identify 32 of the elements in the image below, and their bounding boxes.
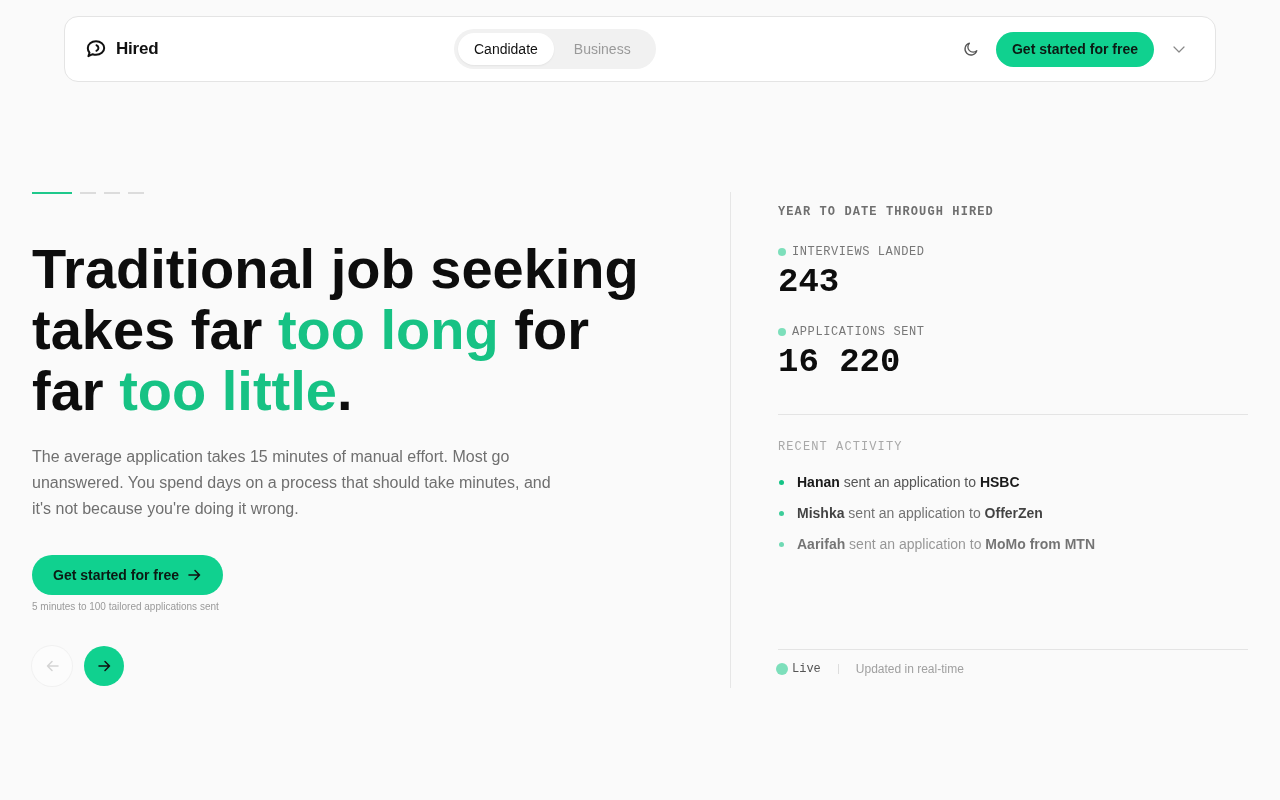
slide-indicator[interactable] bbox=[32, 192, 72, 194]
get-started-button[interactable]: Get started for free bbox=[995, 31, 1154, 67]
arrow-right-icon bbox=[188, 569, 202, 581]
chevron-down-icon[interactable] bbox=[1173, 45, 1185, 53]
stat-value: 243 bbox=[778, 263, 840, 301]
intro-paragraph: The average application takes 15 minutes of manual effort. Most go unanswered. You spend days on a process that should take minutes, and it's not because you're doing it wrong. bbox=[32, 447, 552, 519]
activity-text: Mishka sent an application to OfferZen bbox=[797, 504, 1043, 522]
chat-bubble-icon bbox=[85, 39, 107, 59]
audience-tab[interactable]: Candidate bbox=[458, 33, 554, 65]
dot-icon bbox=[779, 479, 784, 485]
dot-icon bbox=[778, 328, 786, 336]
activity-text: Aarifah sent an application to MoMo from MTN bbox=[797, 535, 1095, 553]
moon-icon[interactable] bbox=[962, 41, 979, 57]
stat-value: 16 220 bbox=[778, 343, 901, 381]
arrow-right-icon bbox=[97, 660, 111, 672]
cta-note: 5 minutes to 100 tailored applications sent bbox=[32, 601, 219, 613]
update-note: Updated in real-time bbox=[855, 662, 964, 676]
panel-heading: YEAR TO DATE THROUGH HIRED bbox=[778, 205, 994, 219]
get-started-button[interactable]: Get started for free bbox=[32, 555, 224, 595]
stat-label: APPLICATIONS SENT bbox=[792, 325, 925, 339]
brand-name: Hired bbox=[116, 39, 159, 59]
arrow-left-icon bbox=[45, 660, 59, 672]
next-slide-button[interactable] bbox=[84, 646, 124, 686]
stat-label: INTERVIEWS LANDED bbox=[792, 245, 925, 259]
dot-icon bbox=[779, 510, 784, 516]
section-heading: RECENT ACTIVITY bbox=[778, 440, 903, 454]
dot-icon bbox=[778, 248, 786, 256]
headline: Traditional job seeking takes far too long for far too little. bbox=[32, 238, 640, 421]
activity-text: Hanan sent an application to HSBC bbox=[797, 473, 1020, 491]
dot-icon bbox=[779, 541, 784, 547]
live-label: Live bbox=[792, 662, 821, 676]
live-dot-icon bbox=[776, 663, 788, 675]
